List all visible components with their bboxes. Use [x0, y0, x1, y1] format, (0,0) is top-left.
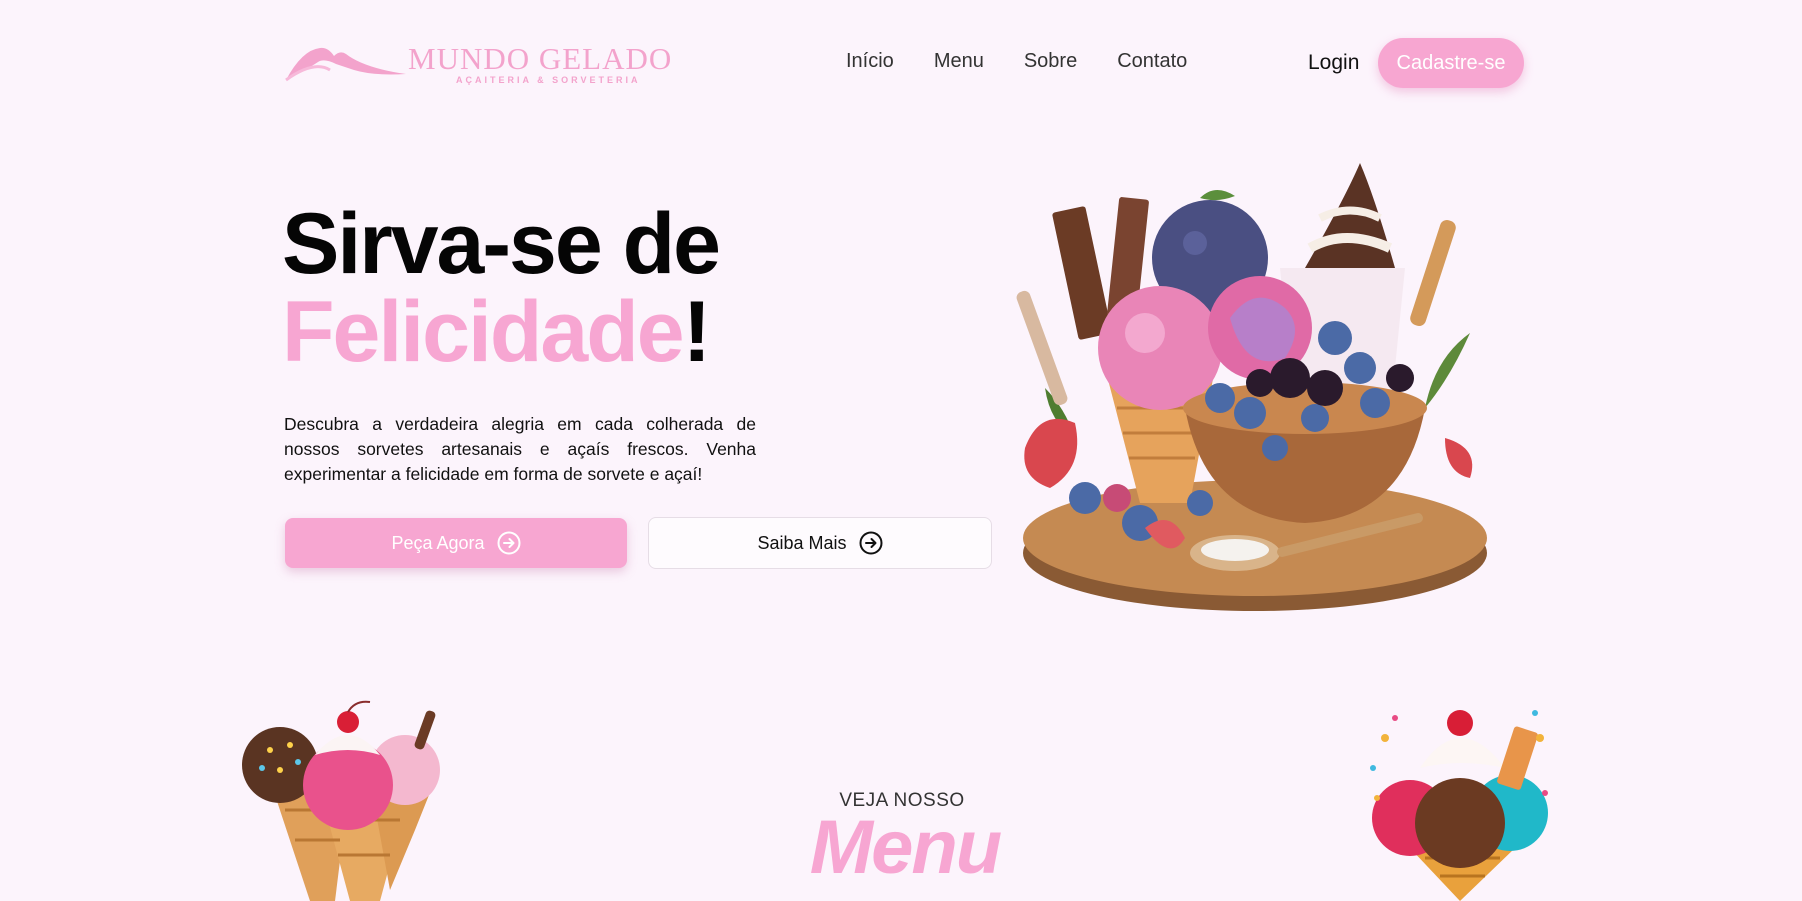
hero-title-exclamation: ! [682, 284, 712, 380]
circle-arrow-right-icon [859, 531, 883, 555]
nav-item-inicio[interactable]: Início [846, 50, 894, 73]
hero-title-highlight: Felicidade [282, 284, 685, 380]
ice-cream-acai-illustration [1016, 163, 1487, 611]
hero-title: Sirva-se de Felicidade! [282, 200, 721, 376]
brand-logo[interactable]: MUNDO GELADO AÇAITERIA & SORVETERIA [284, 38, 671, 88]
menu-section-title: Menu [809, 805, 1002, 890]
brand-tagline: AÇAITERIA & SORVETERIA [456, 75, 641, 85]
hero-title-line1: Sirva-se de [282, 196, 721, 292]
nav-item-sobre[interactable]: Sobre [1024, 50, 1077, 73]
learn-more-button[interactable]: Saiba Mais [648, 517, 992, 569]
nav-item-menu[interactable]: Menu [934, 50, 984, 73]
site-header: MUNDO GELADO AÇAITERIA & SORVETERIA Iníc… [0, 0, 1802, 125]
signup-button[interactable]: Cadastre-se [1378, 38, 1524, 88]
mountain-logo-icon [285, 47, 406, 82]
nav-item-contato[interactable]: Contato [1117, 50, 1187, 73]
login-link[interactable]: Login [1308, 51, 1359, 75]
brand-name: MUNDO GELADO [408, 41, 673, 76]
order-now-button[interactable]: Peça Agora [285, 518, 627, 568]
learn-more-label: Saiba Mais [757, 532, 847, 553]
main-nav: Início Menu Sobre Contato [846, 50, 1187, 73]
hero-description: Descubra a verdadeira alegria em cada co… [284, 414, 756, 484]
order-now-label: Peça Agora [391, 532, 485, 553]
circle-arrow-right-icon [497, 531, 521, 555]
